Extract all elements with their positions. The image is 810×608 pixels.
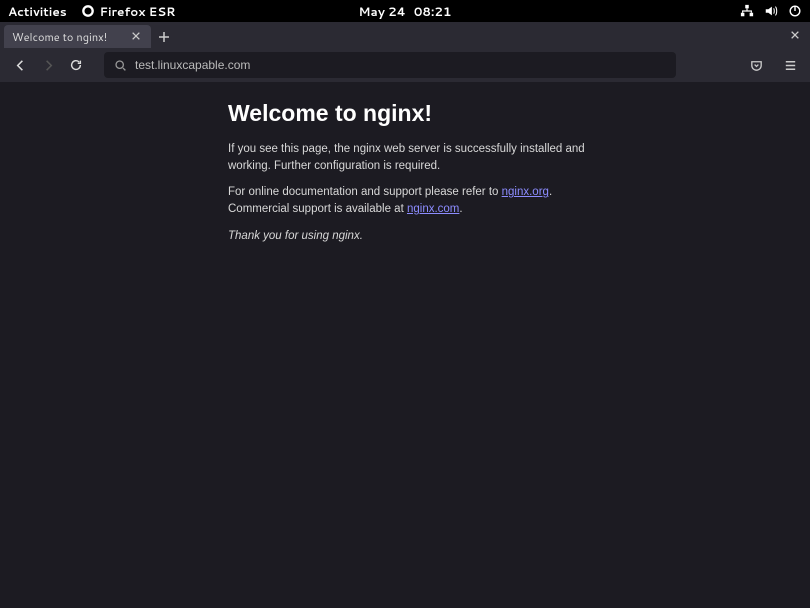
page-paragraph-3: Thank you for using nginx. (228, 228, 588, 245)
url-input[interactable] (135, 58, 666, 72)
clock-time: 08:21 (414, 3, 452, 20)
page-paragraph-1: If you see this page, the nginx web serv… (228, 141, 588, 174)
activities-button[interactable]: Activities (8, 3, 67, 20)
window-close-button[interactable] (790, 22, 806, 48)
tab-close-button[interactable] (131, 31, 143, 43)
forward-button[interactable] (36, 53, 60, 77)
clock-date: May 24 (359, 3, 406, 20)
link-nginx-org[interactable]: nginx.org (502, 186, 549, 198)
app-menu-button[interactable] (778, 53, 802, 77)
back-button[interactable] (8, 53, 32, 77)
active-app-indicator[interactable]: Firefox ESR (81, 3, 176, 20)
gnome-topbar: Activities Firefox ESR May 24 08:21 (0, 0, 810, 22)
search-icon (114, 59, 127, 72)
page-paragraph-2: For online documentation and support ple… (228, 184, 588, 217)
pocket-button[interactable] (744, 53, 768, 77)
clock[interactable]: May 24 08:21 (359, 3, 452, 20)
browser-tabstrip: Welcome to nginx! (0, 22, 810, 48)
url-bar[interactable] (104, 52, 676, 78)
new-tab-button[interactable] (151, 25, 177, 48)
browser-tab[interactable]: Welcome to nginx! (4, 25, 151, 48)
page-viewport: Welcome to nginx! If you see this page, … (0, 82, 810, 608)
tab-title: Welcome to nginx! (12, 29, 107, 45)
reload-button[interactable] (64, 53, 88, 77)
link-nginx-com[interactable]: nginx.com (407, 203, 459, 215)
page-heading: Welcome to nginx! (228, 100, 588, 127)
active-app-name: Firefox ESR (100, 3, 176, 20)
network-icon[interactable] (740, 4, 754, 18)
firefox-icon (81, 4, 95, 18)
browser-toolbar (0, 48, 810, 82)
volume-icon[interactable] (764, 4, 778, 18)
power-icon[interactable] (788, 4, 802, 18)
